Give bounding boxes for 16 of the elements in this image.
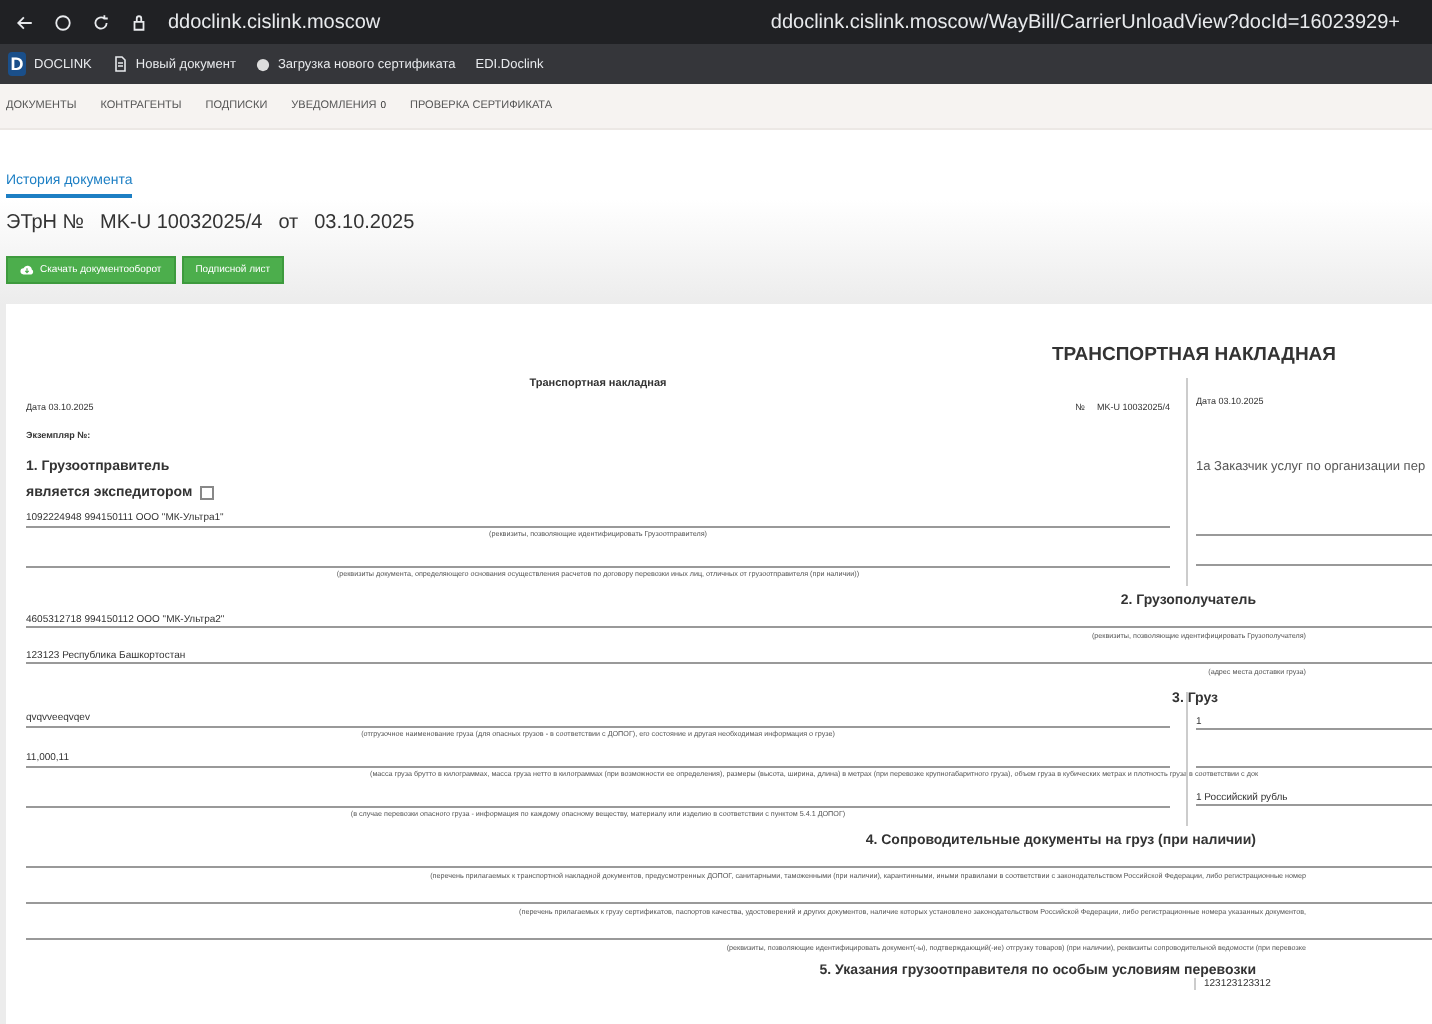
lock-icon: [130, 13, 148, 31]
circle-icon: [255, 57, 270, 71]
from-label: от: [278, 212, 299, 234]
document-number: MK-U 10032025/4: [100, 212, 263, 234]
address-text[interactable]: ddoclink.cislink.moscow: [168, 11, 381, 33]
back-icon: [16, 13, 34, 31]
document-type: ЭТрН №: [6, 212, 85, 234]
count-label: 0: [380, 100, 387, 112]
logo-icon: D: [8, 52, 26, 76]
cloud-download-icon: [20, 264, 34, 276]
document-icon: [111, 56, 128, 72]
reload-icon: [92, 13, 110, 31]
document-title: ТРАНСПОРТНАЯ НАКЛАДНАЯ: [1049, 344, 1338, 366]
checkbox[interactable]: [200, 486, 215, 500]
document-date: 03.10.2025: [314, 212, 415, 234]
address-text[interactable]: ddoclink.cislink.moscow/WayBill/CarrierUnloadView?docId=16023929+: [770, 11, 1400, 33]
